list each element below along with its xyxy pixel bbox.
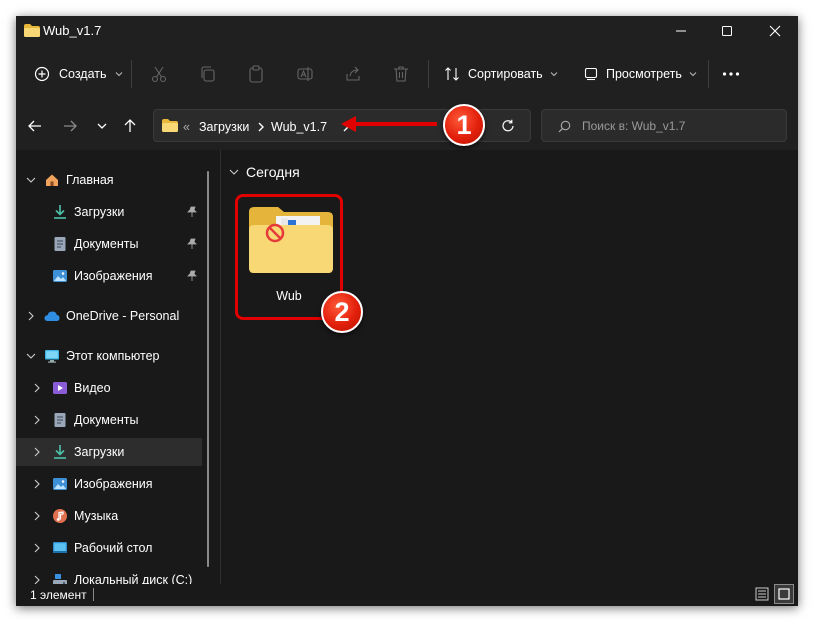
callout-badge-1: 1: [443, 104, 485, 146]
callout-badge-2: 2: [321, 291, 363, 333]
callout-arrow: [341, 116, 437, 132]
